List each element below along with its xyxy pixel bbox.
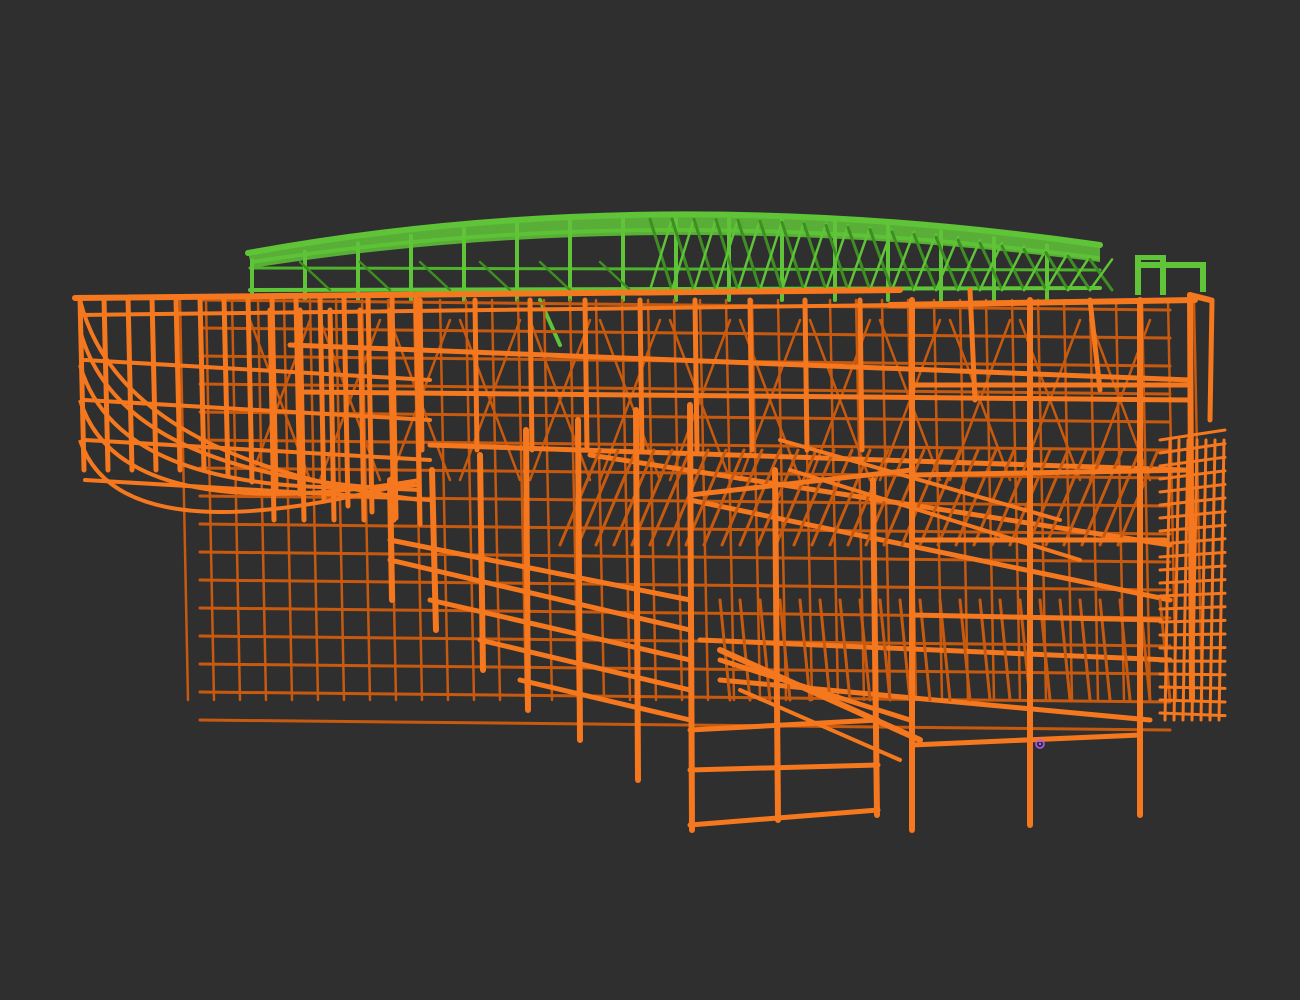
interior-column[interactable] xyxy=(1010,298,1022,702)
facade-beam[interactable] xyxy=(687,807,881,828)
interior-beam[interactable] xyxy=(198,522,1172,536)
interior-column[interactable] xyxy=(282,298,294,702)
roof-edge-beam[interactable] xyxy=(887,297,1198,308)
stair-stringer[interactable] xyxy=(1181,438,1190,722)
deck-joist[interactable] xyxy=(594,448,638,547)
deck-joist[interactable] xyxy=(1118,598,1132,702)
deck-joist[interactable] xyxy=(1098,598,1112,702)
facade-column[interactable] xyxy=(633,407,641,783)
facade-column[interactable] xyxy=(1187,292,1195,703)
upper-column[interactable] xyxy=(637,297,645,453)
interior-beam[interactable] xyxy=(198,578,1172,592)
roof-diagonal-brace[interactable] xyxy=(538,260,572,292)
structural-model-view[interactable] xyxy=(0,0,1300,1000)
roof-diagonal-brace[interactable] xyxy=(598,260,632,292)
wing-column[interactable] xyxy=(197,295,207,473)
corner-column[interactable] xyxy=(1207,297,1215,423)
upper-column[interactable] xyxy=(472,297,480,453)
deck-joist[interactable] xyxy=(1078,598,1092,702)
upper-column[interactable] xyxy=(527,297,535,453)
facade-column[interactable] xyxy=(687,402,695,833)
upper-column[interactable] xyxy=(747,297,755,453)
roof-side-rail xyxy=(1135,255,1165,260)
upper-column[interactable] xyxy=(857,297,865,453)
roof-side-post xyxy=(1200,262,1206,292)
interior-beam[interactable] xyxy=(198,718,1172,732)
3d-model-viewport[interactable] xyxy=(0,0,1300,1000)
floor-beam[interactable] xyxy=(287,342,1193,383)
facade-beam[interactable] xyxy=(687,762,881,773)
roof-side-post xyxy=(1135,255,1141,295)
deck-joist[interactable] xyxy=(1080,448,1124,547)
interior-beam[interactable] xyxy=(198,550,1172,564)
facade-beam[interactable] xyxy=(909,732,1143,748)
deck-joist[interactable] xyxy=(1058,598,1072,702)
interior-beam[interactable] xyxy=(198,690,1172,704)
frame-steel-structure[interactable] xyxy=(72,287,1227,833)
interior-column[interactable] xyxy=(308,298,320,702)
facade-beam[interactable] xyxy=(477,637,693,693)
interior-column[interactable] xyxy=(230,298,242,702)
roof-side-rail xyxy=(1135,262,1205,268)
roof-diagonal-brace[interactable] xyxy=(358,260,392,292)
upper-column[interactable] xyxy=(692,297,700,453)
upper-column[interactable] xyxy=(802,297,810,453)
interior-column[interactable] xyxy=(178,298,190,702)
interior-column[interactable] xyxy=(204,298,216,702)
upper-column[interactable] xyxy=(582,297,590,453)
upper-column[interactable] xyxy=(417,297,425,453)
facade-beam[interactable] xyxy=(427,597,693,663)
roof-side-post xyxy=(1160,255,1166,295)
wing-rail[interactable] xyxy=(83,358,432,382)
interior-beam[interactable] xyxy=(198,662,1172,676)
roof-diagonal-brace[interactable] xyxy=(418,260,452,292)
roof-diagonal-brace[interactable] xyxy=(478,260,512,292)
